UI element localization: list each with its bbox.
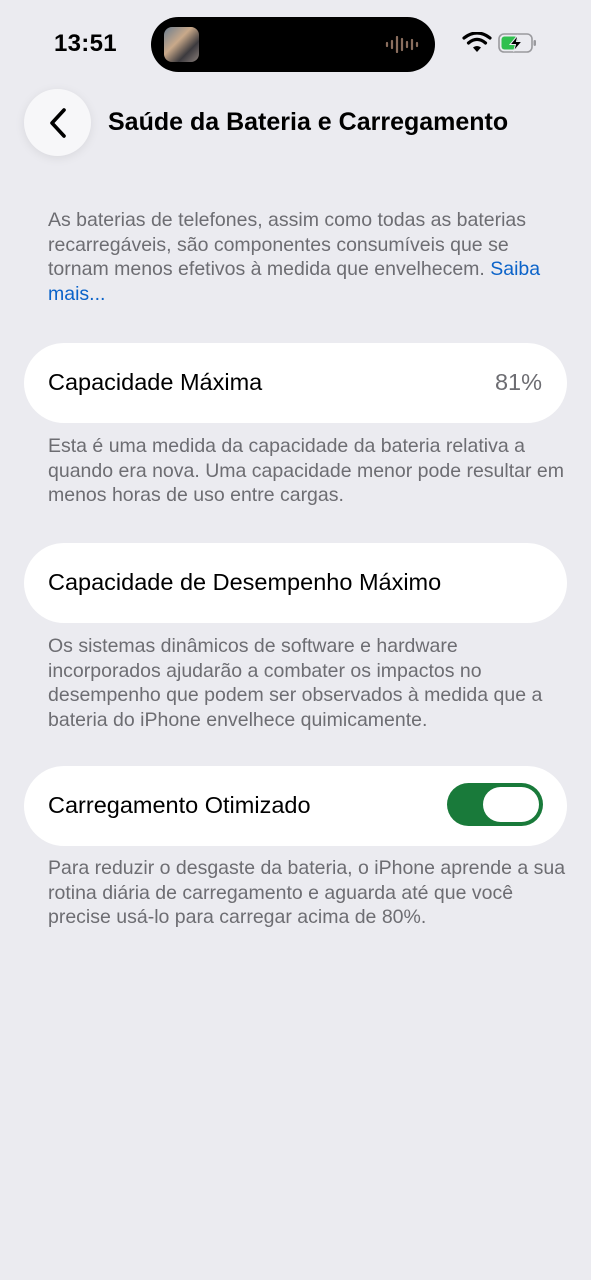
- peak-performance-row: Capacidade de Desempenho Máximo: [24, 543, 567, 623]
- status-time: 13:51: [54, 30, 117, 57]
- back-button[interactable]: [24, 89, 91, 156]
- optimized-charging-footnote: Para reduzir o desgaste da bateria, o iP…: [48, 857, 566, 928]
- optimized-charging-toggle[interactable]: [447, 783, 543, 826]
- chevron-left-icon: [49, 107, 66, 138]
- max-capacity-value: 81%: [494, 369, 542, 395]
- battery-health-screen: 13:51 Saúde da Bateria e Carregamento As…: [0, 0, 591, 1280]
- max-capacity-row: Capacidade Máxima 81%: [24, 343, 567, 423]
- optimized-charging-row: Carregamento Otimizado: [24, 766, 567, 846]
- audio-waveform-icon: [385, 36, 419, 53]
- dynamic-island[interactable]: [151, 17, 435, 72]
- intro-text: As baterias de telefones, assim como tod…: [48, 208, 568, 306]
- wifi-icon: [462, 32, 492, 52]
- optimized-charging-label: Carregamento Otimizado: [48, 792, 311, 818]
- toggle-knob: [483, 787, 539, 822]
- intro-description: As baterias de telefones, assim como tod…: [48, 209, 526, 280]
- max-capacity-label: Capacidade Máxima: [48, 369, 263, 395]
- max-capacity-footnote: Esta é uma medida da capacidade da bater…: [48, 435, 564, 506]
- battery-charging-icon: [498, 33, 536, 53]
- peak-performance-label: Capacidade de Desempenho Máximo: [48, 569, 442, 595]
- page-title: Saúde da Bateria e Carregamento: [108, 108, 509, 136]
- peak-performance-footnote: Os sistemas dinâmicos de software e hard…: [48, 635, 543, 731]
- contact-avatar: [164, 27, 199, 62]
